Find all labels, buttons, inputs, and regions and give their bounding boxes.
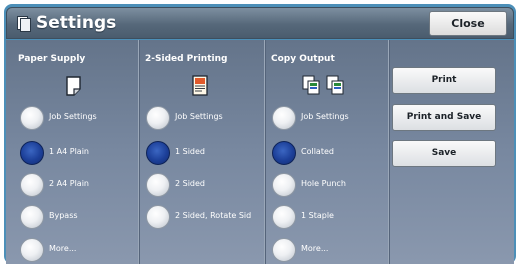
paper-sheet-icon: [66, 76, 81, 96]
close-button[interactable]: Close: [429, 11, 507, 36]
option-label: 1 A4 Plain: [49, 147, 89, 156]
radio-1-staple[interactable]: [272, 205, 296, 229]
collated-copies-icon: [302, 75, 344, 95]
radio-bypass[interactable]: [20, 205, 44, 229]
option-label: 1 Staple: [301, 211, 334, 220]
radio-job-settings[interactable]: [20, 106, 44, 130]
column-divider: [138, 40, 139, 264]
option-label: Bypass: [49, 211, 78, 220]
column-divider: [388, 40, 389, 264]
two-sided-document-icon: [192, 75, 208, 96]
radio-collated-selected[interactable]: [272, 141, 296, 165]
title-bar: Settings Close: [6, 7, 514, 39]
radio-job-settings[interactable]: [272, 106, 296, 130]
save-button[interactable]: Save: [392, 140, 496, 167]
option-label: More...: [301, 244, 329, 253]
option-label: Collated: [301, 147, 334, 156]
radio-tray-2[interactable]: [20, 173, 44, 197]
option-label: Hole Punch: [301, 179, 346, 188]
option-label: Job Settings: [175, 112, 223, 121]
settings-panel: Paper Supply Job Settings 1 A4 Plain 2 A…: [6, 40, 514, 264]
settings-document-icon: [17, 16, 31, 32]
radio-job-settings[interactable]: [146, 106, 170, 130]
paper-supply-header: Paper Supply: [18, 54, 86, 64]
option-label: More...: [49, 244, 77, 253]
print-button[interactable]: Print: [392, 67, 496, 94]
radio-hole-punch[interactable]: [272, 173, 296, 197]
radio-more[interactable]: [272, 238, 296, 262]
option-label: 2 A4 Plain: [49, 179, 89, 188]
copy-output-header: Copy Output: [271, 54, 335, 64]
two-sided-printing-header: 2-Sided Printing: [145, 54, 228, 64]
column-divider: [264, 40, 265, 264]
radio-2-sided-rotate[interactable]: [146, 205, 170, 229]
radio-1-sided-selected[interactable]: [146, 141, 170, 165]
radio-more[interactable]: [20, 238, 44, 262]
print-and-save-button[interactable]: Print and Save: [392, 104, 496, 131]
option-label: Job Settings: [49, 112, 97, 121]
option-label: 1 Sided: [175, 147, 206, 156]
option-label: 2 Sided: [175, 179, 206, 188]
option-label: 2 Sided, Rotate Sid: [175, 211, 252, 220]
radio-tray-1-selected[interactable]: [20, 141, 44, 165]
radio-2-sided[interactable]: [146, 173, 170, 197]
window-title: Settings: [36, 13, 117, 33]
option-label: Job Settings: [301, 112, 349, 121]
